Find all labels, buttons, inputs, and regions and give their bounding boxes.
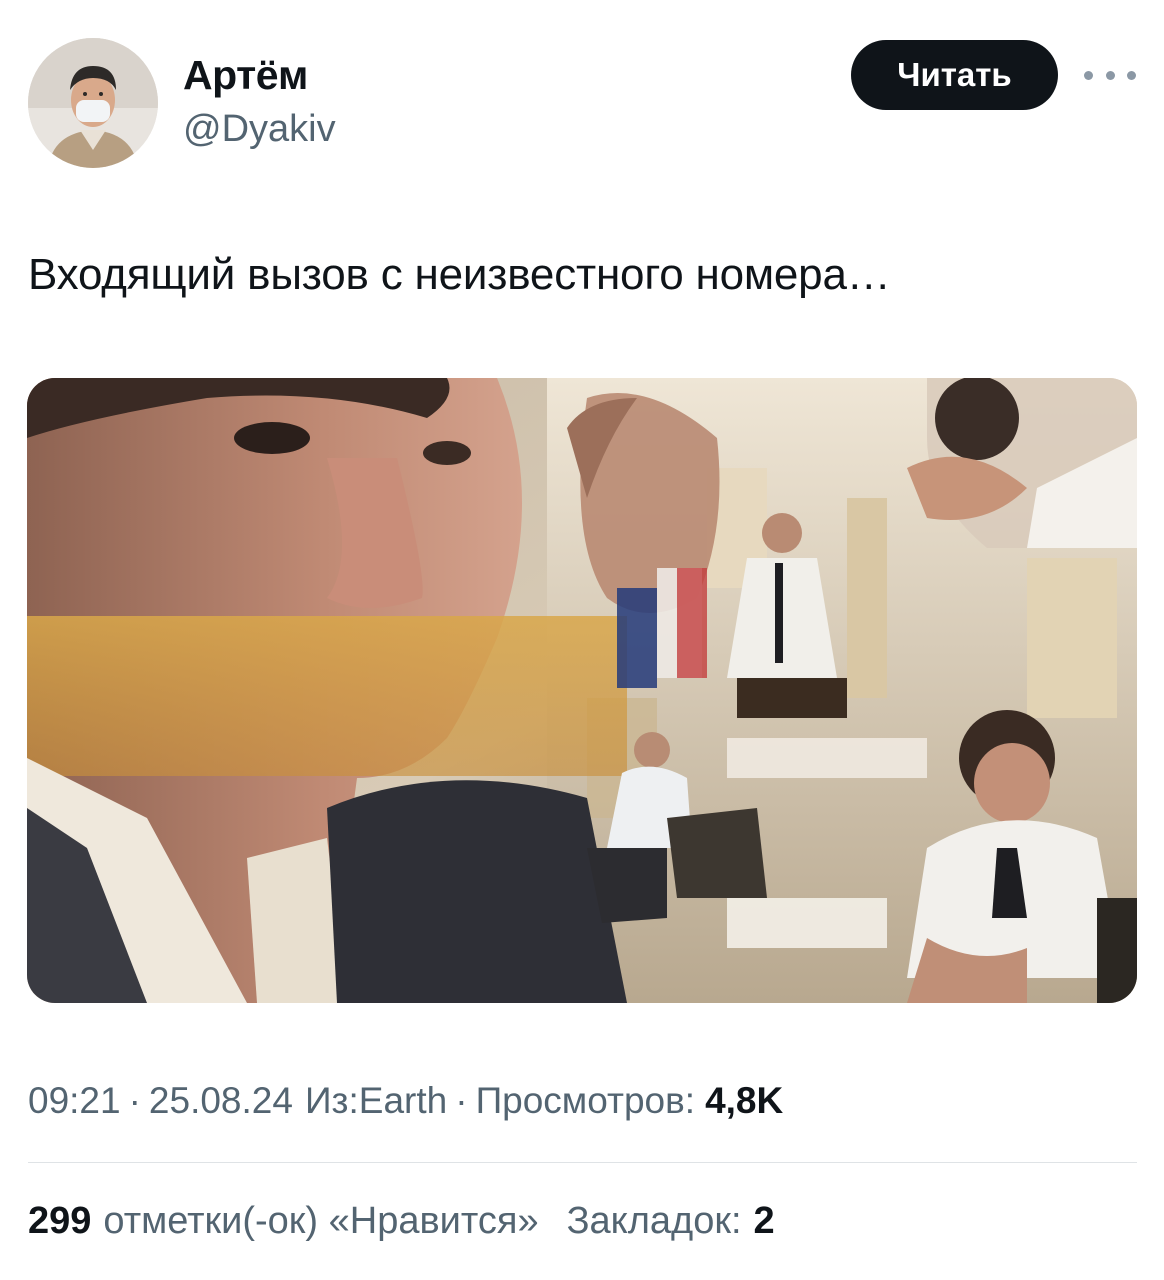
follow-button[interactable]: Читать xyxy=(851,40,1058,110)
divider xyxy=(28,1162,1137,1163)
meta-separator: · xyxy=(128,1080,141,1121)
author-handle[interactable]: @Dyakiv xyxy=(183,108,336,151)
more-dot xyxy=(1105,70,1115,80)
views-label: Просмотров: xyxy=(475,1080,696,1121)
avatar[interactable] xyxy=(28,38,158,168)
more-horizontal-icon[interactable] xyxy=(1084,58,1136,92)
bookmarks-label[interactable]: Закладок: xyxy=(567,1200,742,1243)
tweet-text: Входящий вызов с неизвестного номера… xyxy=(28,250,891,299)
tweet-meta: 09:21 · 25.08.24 Из:Earth · Просмотров: … xyxy=(28,1080,783,1122)
avatar-photo xyxy=(28,38,158,168)
meta-separator: · xyxy=(455,1080,468,1121)
tweet-source: Из:Earth xyxy=(304,1080,448,1121)
tweet-stats: 299 отметки(-ок) «Нравится» Закладок: 2 xyxy=(28,1200,775,1243)
tweet-date[interactable]: 25.08.24 xyxy=(149,1080,293,1122)
tweet-media-image[interactable] xyxy=(27,378,1137,1003)
views-count: 4,8K xyxy=(705,1080,784,1121)
tweet-time[interactable]: 09:21 xyxy=(28,1080,121,1122)
collage-illustration xyxy=(27,378,1137,1003)
more-dot xyxy=(1127,70,1136,80)
likes-label[interactable]: отметки(-ок) «Нравится» xyxy=(103,1200,538,1243)
bookmarks-count[interactable]: 2 xyxy=(754,1200,775,1243)
more-dot xyxy=(1084,70,1093,80)
author-name[interactable]: Артём xyxy=(183,52,308,99)
likes-count[interactable]: 299 xyxy=(28,1200,91,1243)
